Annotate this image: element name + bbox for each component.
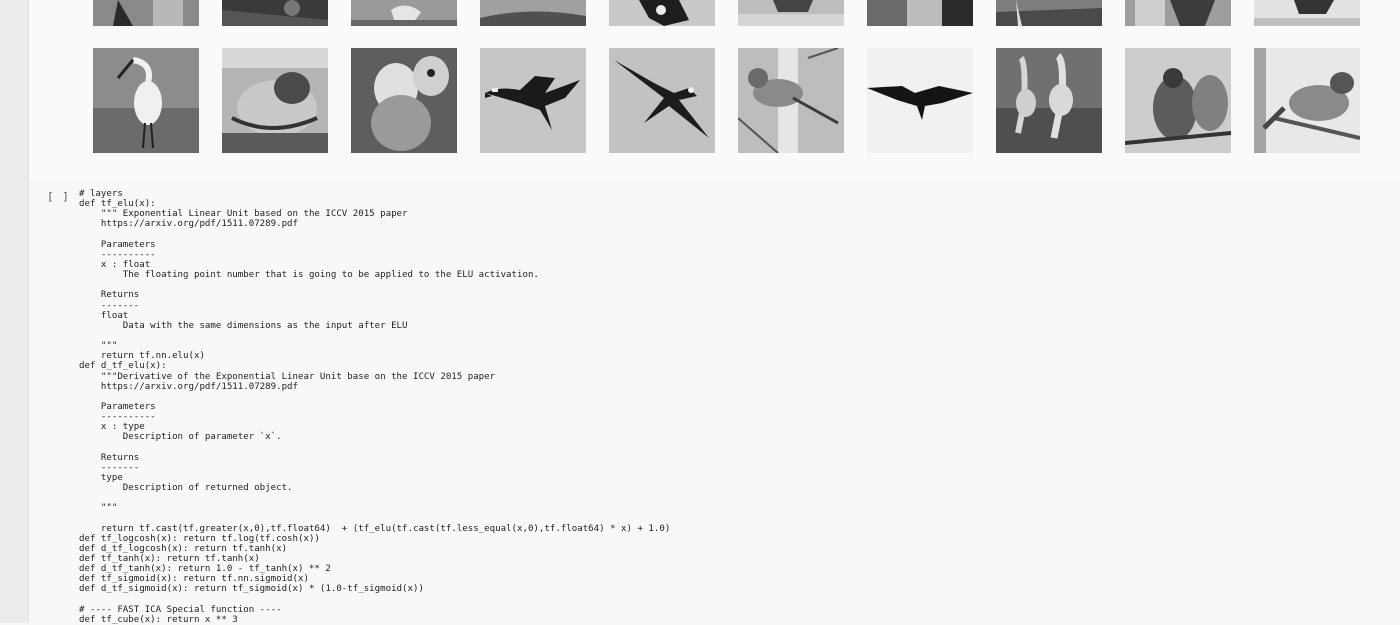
code-line: x : type [79,422,670,432]
code-line: # ---- FAST ICA Special function ---- [79,605,670,615]
code-line: Data with the same dimensions as the inp… [79,321,670,331]
cell-run-prompt[interactable]: [ ] [47,190,70,203]
code-line [79,392,670,402]
code-line: x : float [79,260,670,270]
code-line: type [79,473,670,483]
code-line: def tf_cube(x): return x ** 3 [79,615,670,625]
crane-image [996,48,1102,153]
image-row-top [93,0,1360,26]
bird-image [1125,0,1231,26]
code-line: https://arxiv.org/pdf/1511.07289.pdf [79,382,670,392]
kite-image [867,48,973,153]
code-line [79,331,670,341]
bird-image [222,0,328,26]
pigeon-image [1125,48,1231,153]
swallow-image [609,48,715,153]
code-line: Parameters [79,402,670,412]
spoonbill-image [93,48,199,153]
bird-image [867,0,973,26]
goose-image [480,48,586,153]
code-line: Returns [79,453,670,463]
code-line: Description of parameter `x`. [79,432,670,442]
code-line [79,595,670,605]
code-line [79,230,670,240]
code-line: """ [79,503,670,513]
code-editor[interactable]: # layersdef tf_elu(x): """ Exponential L… [79,189,670,625]
code-line: def tf_logcosh(x): return tf.log(tf.cosh… [79,534,670,544]
code-line: def tf_tanh(x): return tf.tanh(x) [79,554,670,564]
parrot-image [351,48,457,153]
code-line [79,493,670,503]
code-line: ---------- [79,412,670,422]
bird-image [351,0,457,26]
bird-image [480,0,586,26]
code-line: Returns [79,290,670,300]
bird-image [609,0,715,26]
code-line: Parameters [79,240,670,250]
code-line: def tf_elu(x): [79,199,670,209]
code-line: def d_tf_elu(x): [79,361,670,371]
code-line: # layers [79,189,670,199]
code-line: https://arxiv.org/pdf/1511.07289.pdf [79,219,670,229]
warbler-image [738,48,844,153]
code-line: """ [79,341,670,351]
finch-image [1254,48,1360,153]
code-line: ---------- [79,250,670,260]
code-line: def d_tf_sigmoid(x): return tf_sigmoid(x… [79,584,670,594]
code-line: float [79,311,670,321]
code-line: The floating point number that is going … [79,270,670,280]
code-line: return tf.nn.elu(x) [79,351,670,361]
code-line: Description of returned object. [79,483,670,493]
code-line: return tf.cast(tf.greater(x,0),tf.float6… [79,524,670,534]
code-line [79,443,670,453]
code-line [79,280,670,290]
code-line: ------- [79,301,670,311]
code-line: """Derivative of the Exponential Linear … [79,372,670,382]
bird-image [996,0,1102,26]
code-line: def d_tf_tanh(x): return 1.0 - tf_tanh(x… [79,564,670,574]
bird-image [1254,0,1360,26]
code-line: def d_tf_logcosh(x): return tf.tanh(x) [79,544,670,554]
bird-image [738,0,844,26]
code-line [79,514,670,524]
image-row-bottom [93,48,1360,153]
code-line: """ Exponential Linear Unit based on the… [79,209,670,219]
code-line: ------- [79,463,670,473]
left-gutter [0,0,29,623]
code-line: def tf_sigmoid(x): return tf.nn.sigmoid(… [79,574,670,584]
parrot-image [222,48,328,153]
bird-image [93,0,199,26]
